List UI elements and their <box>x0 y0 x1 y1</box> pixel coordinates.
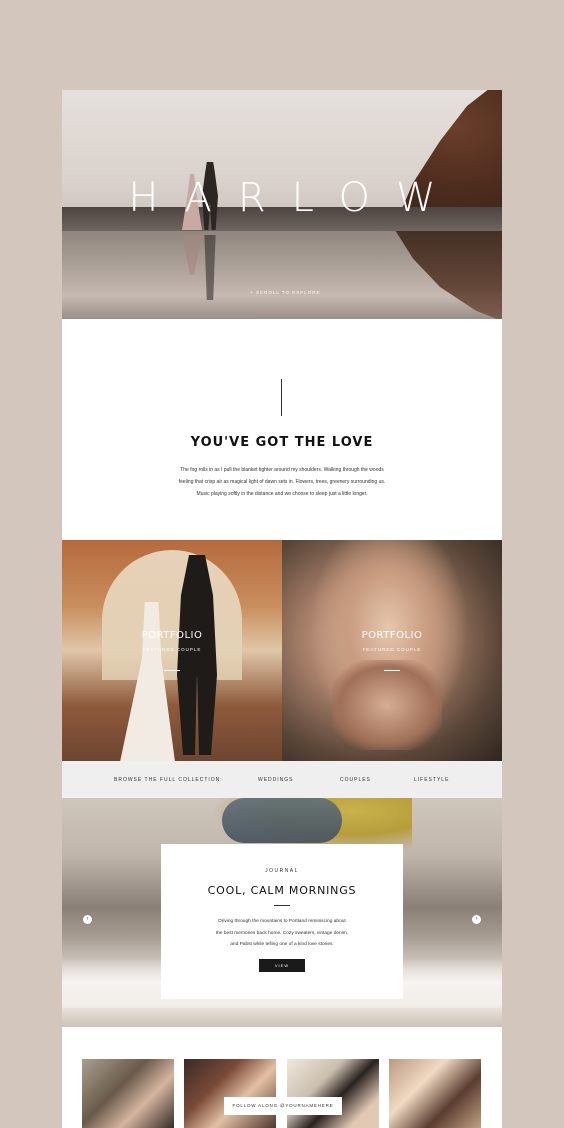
browse-link-weddings[interactable]: WEDDINGS <box>258 777 294 783</box>
view-button[interactable]: VIEW <box>259 958 305 972</box>
embrace-image <box>222 798 342 843</box>
portfolio-overlay: PORTFOLIO FEATURED COUPLE <box>62 630 282 671</box>
intro-body-line: The fog rolls in as I pull the blanket t… <box>180 467 384 473</box>
hands-image <box>332 660 442 750</box>
intro-body-line: feeling that crisp air as magical light … <box>178 479 386 485</box>
portfolio-card-wedding[interactable]: PORTFOLIO FEATURED COUPLE <box>62 540 282 761</box>
cliff-reflection-image <box>395 230 502 319</box>
intro-section: YOU'VE GOT THE LOVE The fog rolls in as … <box>62 319 502 540</box>
hero-section: HARLOW + SCROLL TO EXPLORE <box>62 90 502 319</box>
instagram-photo[interactable] <box>184 1059 276 1128</box>
portfolio-sublabel: FEATURED COUPLE <box>142 647 202 652</box>
vertical-divider <box>281 379 282 416</box>
browse-link-lifestyle[interactable]: LIFESTYLE <box>414 777 449 783</box>
portfolio-divider <box>384 670 400 671</box>
journal-divider <box>274 905 290 906</box>
portfolio-divider <box>164 670 180 671</box>
slider-next-icon[interactable]: › <box>472 915 481 924</box>
intro-body: The fog rolls in as I pull the blanket t… <box>162 464 402 500</box>
journal-title: COOL, CALM MORNINGS <box>207 884 357 897</box>
journal-kicker: JOURNAL <box>265 868 299 874</box>
intro-body-line: Music playing softly in the distance and… <box>196 491 368 497</box>
intro-title: YOU'VE GOT THE LOVE <box>190 435 374 450</box>
scroll-to-explore-link[interactable]: + SCROLL TO EXPLORE <box>250 290 321 295</box>
portfolio-section: PORTFOLIO FEATURED COUPLE PORTFOLIO FEAT… <box>62 540 502 761</box>
instagram-photo[interactable] <box>389 1059 481 1128</box>
browse-link-couples[interactable]: COUPLES <box>340 777 371 783</box>
portfolio-overlay: PORTFOLIO FEATURED COUPLE <box>282 630 502 671</box>
browse-label: BROWSE THE FULL COLLECTION: <box>114 777 223 783</box>
journal-excerpt-line: Driving through the mountains to Portlan… <box>218 919 346 924</box>
website-mockup: HARLOW + SCROLL TO EXPLORE YOU'VE GOT TH… <box>62 90 502 1128</box>
portfolio-sublabel: FEATURED COUPLE <box>362 647 422 652</box>
slider-prev-icon[interactable]: ‹ <box>83 915 92 924</box>
site-logo: HARLOW <box>128 175 462 221</box>
instagram-feed: FOLLOW ALONG @YOURNAMEHERE <box>62 1027 502 1128</box>
follow-along-link[interactable]: FOLLOW ALONG @YOURNAMEHERE <box>224 1097 342 1115</box>
couple-reflection-image <box>182 235 234 305</box>
portfolio-card-couple[interactable]: PORTFOLIO FEATURED COUPLE <box>282 540 502 761</box>
instagram-photo[interactable] <box>82 1059 174 1128</box>
journal-excerpt-line: and Pabst while telling one of a kind lo… <box>230 942 334 947</box>
portfolio-label: PORTFOLIO <box>141 630 203 641</box>
instagram-photo[interactable] <box>287 1059 379 1128</box>
journal-slider: ‹ › JOURNAL COOL, CALM MORNINGS Driving … <box>62 798 502 1027</box>
journal-excerpt-line: the best memories back home. Cozy sweate… <box>215 930 349 936</box>
journal-excerpt: Driving through the mountains to Portlan… <box>197 916 367 951</box>
journal-card: JOURNAL COOL, CALM MORNINGS Driving thro… <box>161 844 403 999</box>
browse-collection-bar: BROWSE THE FULL COLLECTION: WEDDINGS COU… <box>62 761 502 798</box>
portfolio-label: PORTFOLIO <box>361 630 423 641</box>
